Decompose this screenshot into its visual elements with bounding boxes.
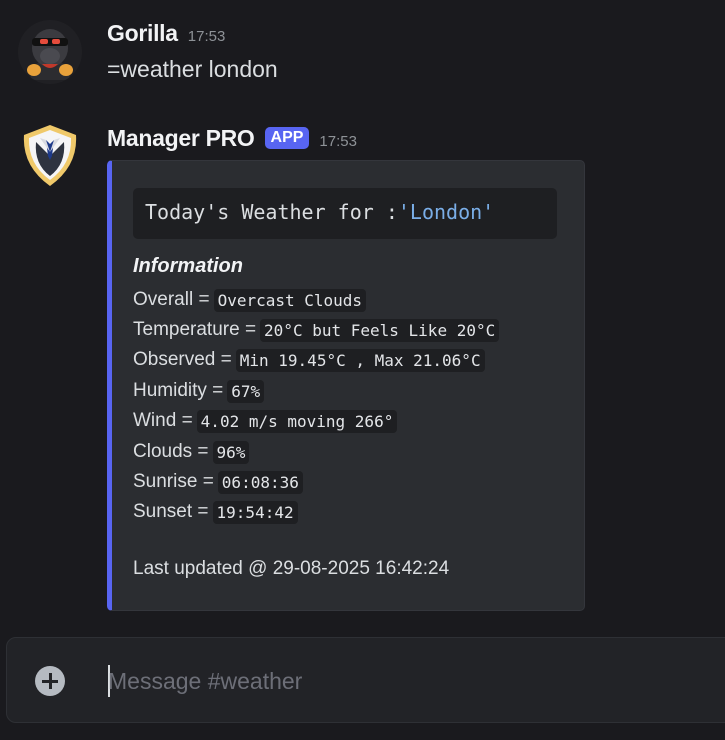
field-value: 06:08:36 xyxy=(217,470,303,494)
field-value: 96% xyxy=(212,440,250,464)
username[interactable]: Gorilla xyxy=(107,20,178,47)
shield-suit-avatar-icon xyxy=(23,125,77,186)
field-overall: Overall = Overcast Clouds xyxy=(133,287,367,313)
field-value: 67% xyxy=(227,379,265,403)
field-label: Sunset = xyxy=(133,501,209,522)
message-header: Gorilla 17:53 xyxy=(107,20,225,47)
timestamp[interactable]: 17:53 xyxy=(319,133,357,150)
field-label: Clouds = xyxy=(133,441,209,462)
field-label: Wind = xyxy=(133,410,193,431)
plus-circle-icon[interactable] xyxy=(35,666,65,696)
message-composer xyxy=(6,637,725,723)
field-label: Sunrise = xyxy=(133,471,214,492)
field-temperature: Temperature = 20°C but Feels Like 20°C xyxy=(133,317,500,343)
weather-embed: Today's Weather for :'London' Informatio… xyxy=(107,160,585,611)
field-label: Humidity = xyxy=(133,380,224,401)
field-sunset: Sunset = 19:54:42 xyxy=(133,499,298,525)
app-badge: APP xyxy=(264,126,310,149)
embed-heading: Information xyxy=(133,255,243,277)
embed-footer: Last updated @ 29-08-2025 16:42:24 xyxy=(133,558,450,579)
message-content: =weather london xyxy=(107,56,278,82)
code-string: 'London' xyxy=(397,200,495,224)
field-wind: Wind = 4.02 m/s moving 266° xyxy=(133,408,398,434)
timestamp[interactable]: 17:53 xyxy=(188,28,226,45)
manager-pro-avatar[interactable] xyxy=(18,122,82,186)
field-label: Overall = xyxy=(133,289,210,310)
field-sunrise: Sunrise = 06:08:36 xyxy=(133,469,303,495)
field-observed: Observed = Min 19.45°C , Max 21.06°C xyxy=(133,347,485,373)
field-value: 20°C but Feels Like 20°C xyxy=(260,318,500,342)
field-clouds: Clouds = 96% xyxy=(133,439,250,465)
field-value: 19:54:42 xyxy=(212,500,298,524)
field-label: Temperature = xyxy=(133,319,257,340)
message-header: Manager PRO APP 17:53 xyxy=(107,125,357,152)
field-value: Min 19.45°C , Max 21.06°C xyxy=(235,348,485,372)
gorilla-avatar-icon xyxy=(18,20,82,84)
embed-code-block: Today's Weather for :'London' xyxy=(133,188,557,239)
field-label: Observed = xyxy=(133,349,232,370)
code-prefix: Today's Weather for : xyxy=(145,200,398,224)
gorilla-avatar[interactable] xyxy=(18,20,82,84)
username[interactable]: Manager PRO xyxy=(107,125,255,152)
field-value: Overcast Clouds xyxy=(213,288,367,312)
field-humidity: Humidity = 67% xyxy=(133,378,265,404)
field-value: 4.02 m/s moving 266° xyxy=(196,409,398,433)
message-input[interactable] xyxy=(108,660,668,702)
